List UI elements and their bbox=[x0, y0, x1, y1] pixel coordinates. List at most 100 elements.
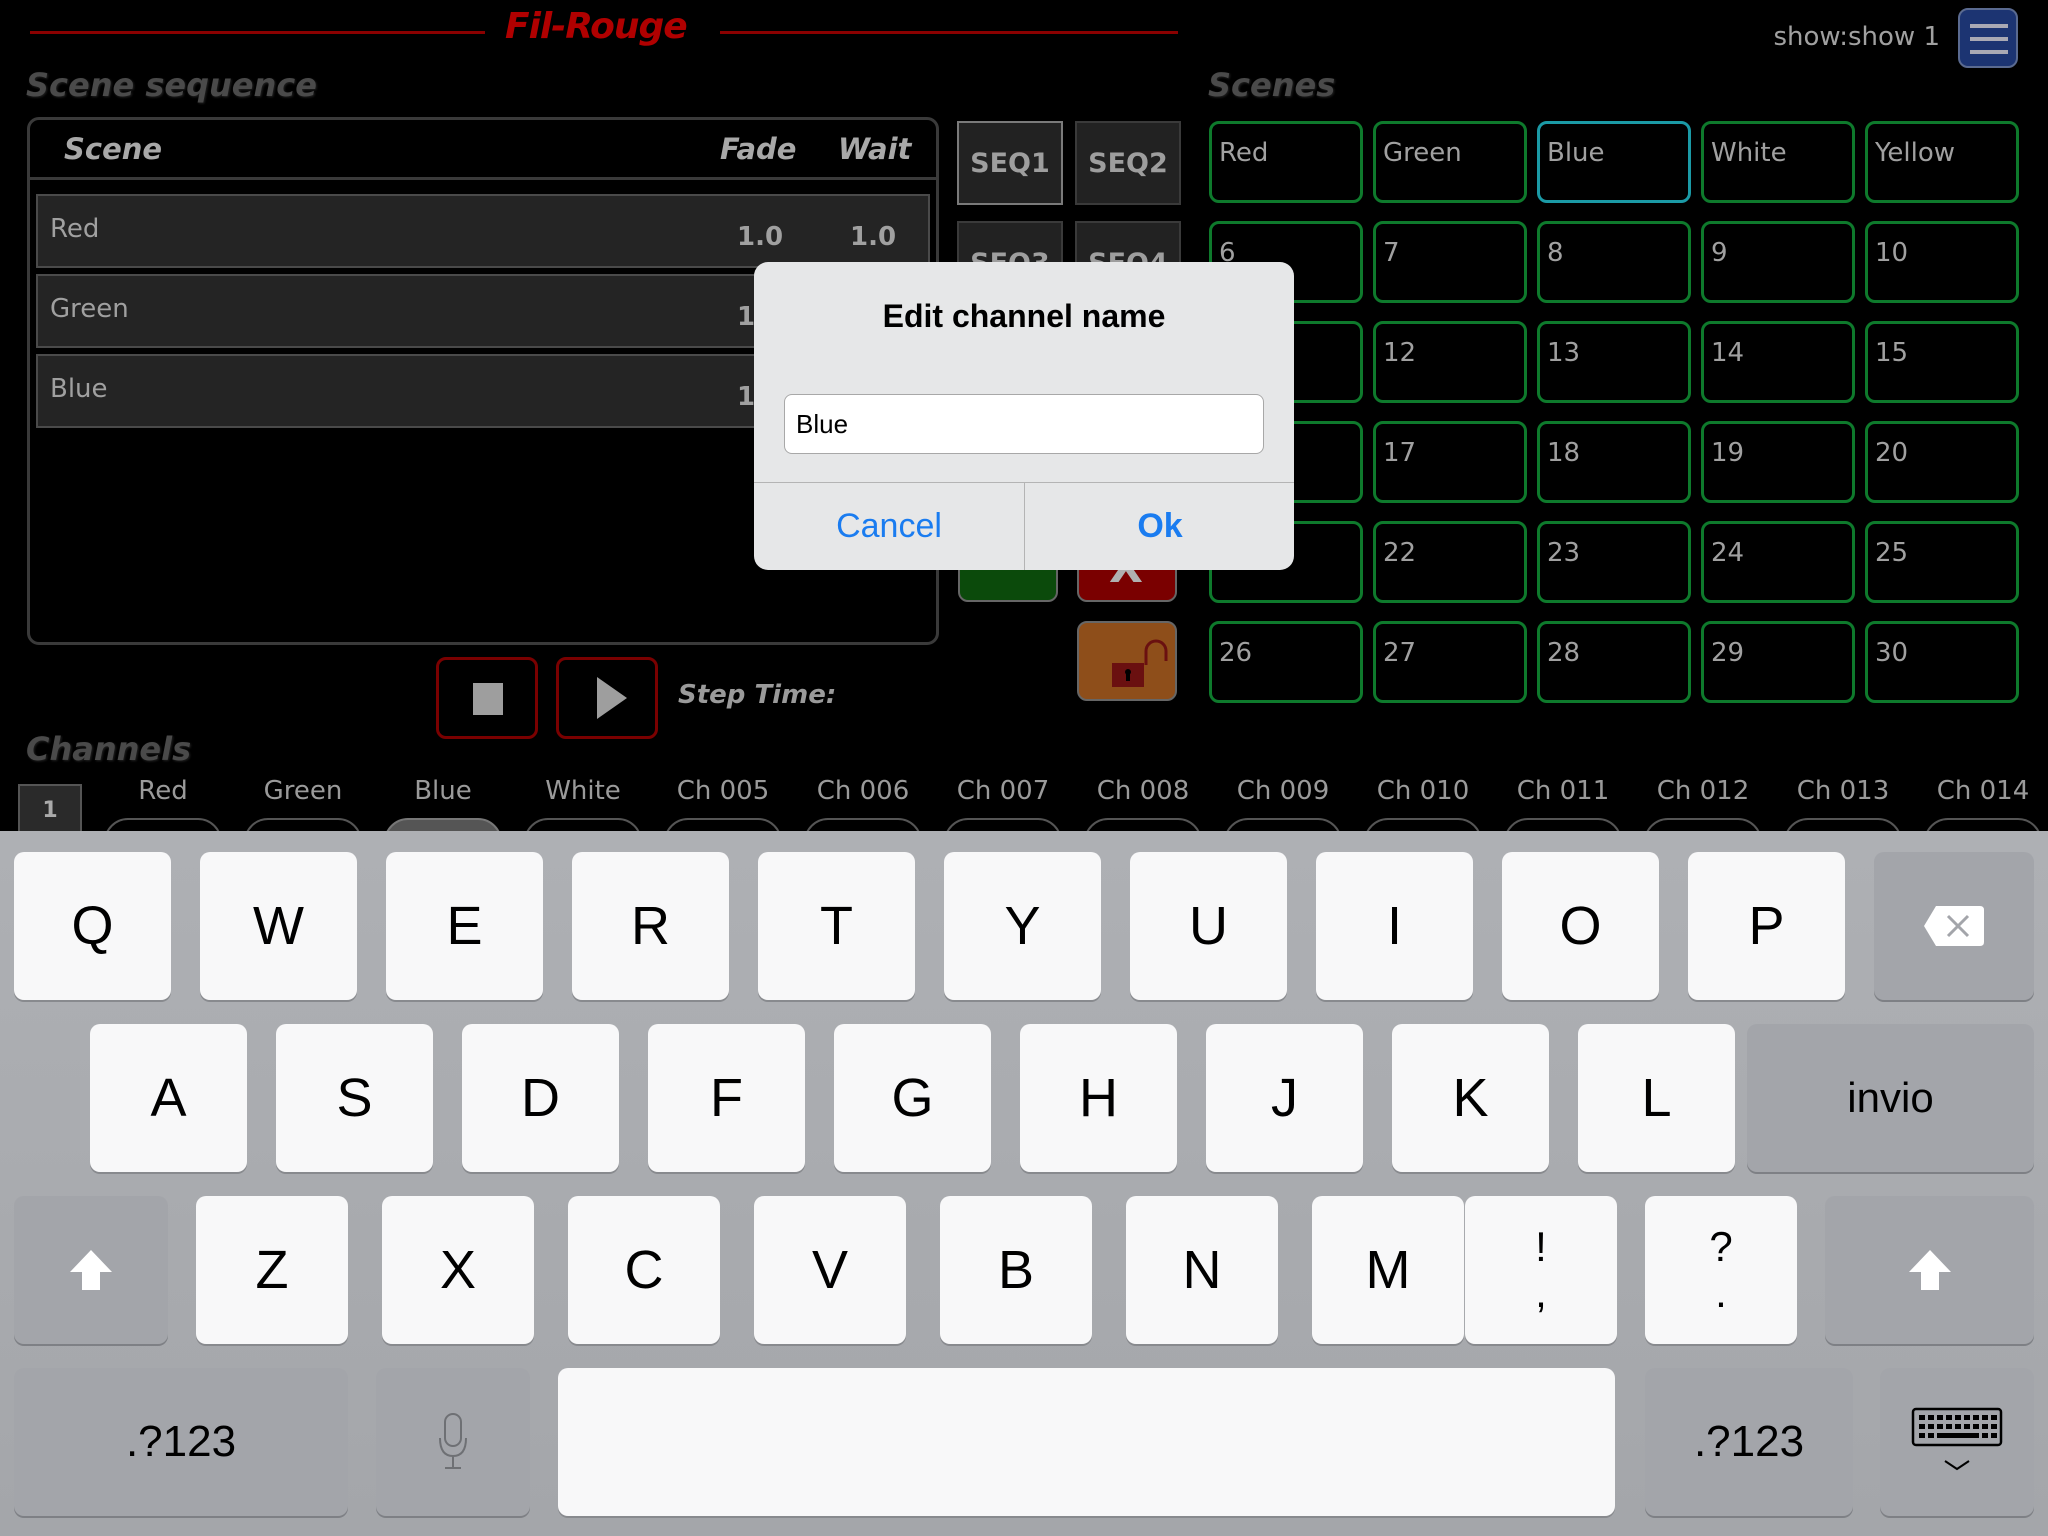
channel-label[interactable]: Ch 014 bbox=[1913, 776, 2048, 806]
key[interactable]: J bbox=[1206, 1024, 1363, 1172]
scene-button[interactable]: 22 bbox=[1373, 521, 1527, 603]
channel-label[interactable]: Green bbox=[233, 776, 373, 806]
channel-label[interactable]: Ch 005 bbox=[653, 776, 793, 806]
dictation-key[interactable] bbox=[376, 1368, 530, 1516]
numbers-right-key[interactable]: .?123 bbox=[1645, 1368, 1853, 1516]
channel-label[interactable]: Ch 009 bbox=[1213, 776, 1353, 806]
scene-button[interactable]: 19 bbox=[1701, 421, 1855, 503]
scene-label: 17 bbox=[1383, 438, 1417, 468]
channel-label[interactable]: White bbox=[513, 776, 653, 806]
key[interactable]: G bbox=[834, 1024, 991, 1172]
lock-button[interactable] bbox=[1077, 621, 1177, 701]
scene-button[interactable]: Yellow bbox=[1865, 121, 2019, 203]
key[interactable]: S bbox=[276, 1024, 433, 1172]
channel-label[interactable]: Ch 011 bbox=[1493, 776, 1633, 806]
channel-label[interactable]: Ch 013 bbox=[1773, 776, 1913, 806]
key[interactable]: O bbox=[1502, 852, 1659, 1000]
channel-name-input[interactable] bbox=[784, 394, 1264, 454]
return-key[interactable]: invio bbox=[1747, 1024, 2034, 1172]
row-scene-name: Red bbox=[50, 214, 100, 244]
key[interactable]: W bbox=[200, 852, 357, 1000]
exclaim-comma-key[interactable]: ! , bbox=[1465, 1196, 1617, 1344]
scene-button[interactable]: White bbox=[1701, 121, 1855, 203]
channel-label[interactable]: Ch 008 bbox=[1073, 776, 1213, 806]
backspace-key[interactable] bbox=[1874, 852, 2034, 1000]
scene-label: 14 bbox=[1711, 338, 1745, 368]
ok-button[interactable]: Ok bbox=[1025, 483, 1294, 570]
key[interactable]: F bbox=[648, 1024, 805, 1172]
channel-label[interactable]: Ch 006 bbox=[793, 776, 933, 806]
hamburger-menu-icon-bar bbox=[1970, 50, 2008, 54]
scene-label: 12 bbox=[1383, 338, 1417, 368]
key[interactable]: A bbox=[90, 1024, 247, 1172]
shift-left-key[interactable] bbox=[14, 1196, 168, 1344]
scene-button[interactable]: 14 bbox=[1701, 321, 1855, 403]
scene-button[interactable]: Blue bbox=[1537, 121, 1691, 203]
shift-right-key[interactable] bbox=[1825, 1196, 2034, 1344]
seq1-button[interactable]: SEQ1 bbox=[957, 121, 1063, 205]
key[interactable]: P bbox=[1688, 852, 1845, 1000]
scene-button[interactable]: 12 bbox=[1373, 321, 1527, 403]
scene-button[interactable]: 23 bbox=[1537, 521, 1691, 603]
key[interactable]: Y bbox=[944, 852, 1101, 1000]
scene-label: Blue bbox=[1547, 138, 1605, 168]
key[interactable]: I bbox=[1316, 852, 1473, 1000]
scene-button[interactable]: 9 bbox=[1701, 221, 1855, 303]
key[interactable]: B bbox=[940, 1196, 1092, 1344]
scene-button[interactable]: 25 bbox=[1865, 521, 2019, 603]
key[interactable]: U bbox=[1130, 852, 1287, 1000]
key[interactable]: Q bbox=[14, 852, 171, 1000]
space-key[interactable] bbox=[558, 1368, 1615, 1516]
scene-button[interactable]: 28 bbox=[1537, 621, 1691, 703]
scene-button[interactable]: Red bbox=[1209, 121, 1363, 203]
scene-button[interactable]: 20 bbox=[1865, 421, 2019, 503]
scene-label: Red bbox=[1219, 138, 1269, 168]
seq2-button[interactable]: SEQ2 bbox=[1075, 121, 1181, 205]
key[interactable]: E bbox=[386, 852, 543, 1000]
channel-label[interactable]: Ch 012 bbox=[1633, 776, 1773, 806]
scene-label: 25 bbox=[1875, 538, 1909, 568]
key[interactable]: R bbox=[572, 852, 729, 1000]
scene-button[interactable]: 18 bbox=[1537, 421, 1691, 503]
scene-button[interactable]: 26 bbox=[1209, 621, 1363, 703]
key[interactable]: Z bbox=[196, 1196, 348, 1344]
scene-button[interactable]: 24 bbox=[1701, 521, 1855, 603]
key[interactable]: L bbox=[1578, 1024, 1735, 1172]
scene-button[interactable]: 15 bbox=[1865, 321, 2019, 403]
scene-button[interactable]: 7 bbox=[1373, 221, 1527, 303]
numbers-left-key[interactable]: .?123 bbox=[14, 1368, 348, 1516]
scene-button[interactable]: 27 bbox=[1373, 621, 1527, 703]
key[interactable]: C bbox=[568, 1196, 720, 1344]
question-period-key[interactable]: ? . bbox=[1645, 1196, 1797, 1344]
key[interactable]: V bbox=[754, 1196, 906, 1344]
key[interactable]: H bbox=[1020, 1024, 1177, 1172]
cancel-button[interactable]: Cancel bbox=[754, 483, 1024, 570]
dismiss-keyboard-key[interactable] bbox=[1880, 1368, 2034, 1516]
scene-button[interactable]: 29 bbox=[1701, 621, 1855, 703]
channel-label[interactable]: Ch 010 bbox=[1353, 776, 1493, 806]
scene-button[interactable]: 8 bbox=[1537, 221, 1691, 303]
key[interactable]: X bbox=[382, 1196, 534, 1344]
scene-button[interactable]: 10 bbox=[1865, 221, 2019, 303]
scene-button[interactable]: 17 bbox=[1373, 421, 1527, 503]
play-button[interactable] bbox=[556, 657, 658, 739]
key[interactable]: M bbox=[1312, 1196, 1464, 1344]
channel-label[interactable]: Ch 007 bbox=[933, 776, 1073, 806]
scene-label: 13 bbox=[1547, 338, 1581, 368]
channel-label[interactable]: Blue bbox=[373, 776, 513, 806]
scene-button[interactable]: Green bbox=[1373, 121, 1527, 203]
scene-button[interactable]: 13 bbox=[1537, 321, 1691, 403]
key[interactable]: N bbox=[1126, 1196, 1278, 1344]
key[interactable]: T bbox=[758, 852, 915, 1000]
scene-button[interactable]: 30 bbox=[1865, 621, 2019, 703]
table-row[interactable]: Red 1.0 1.0 bbox=[36, 194, 930, 268]
scene-label: 10 bbox=[1875, 238, 1909, 268]
menu-button[interactable] bbox=[1958, 8, 2018, 68]
channel-page-button[interactable]: 1 bbox=[18, 784, 82, 834]
scene-label: 29 bbox=[1711, 638, 1745, 668]
key[interactable]: D bbox=[462, 1024, 619, 1172]
key[interactable]: K bbox=[1392, 1024, 1549, 1172]
channel-label[interactable]: Red bbox=[93, 776, 233, 806]
shift-arrow-icon bbox=[70, 1250, 112, 1290]
stop-button[interactable] bbox=[436, 657, 538, 739]
